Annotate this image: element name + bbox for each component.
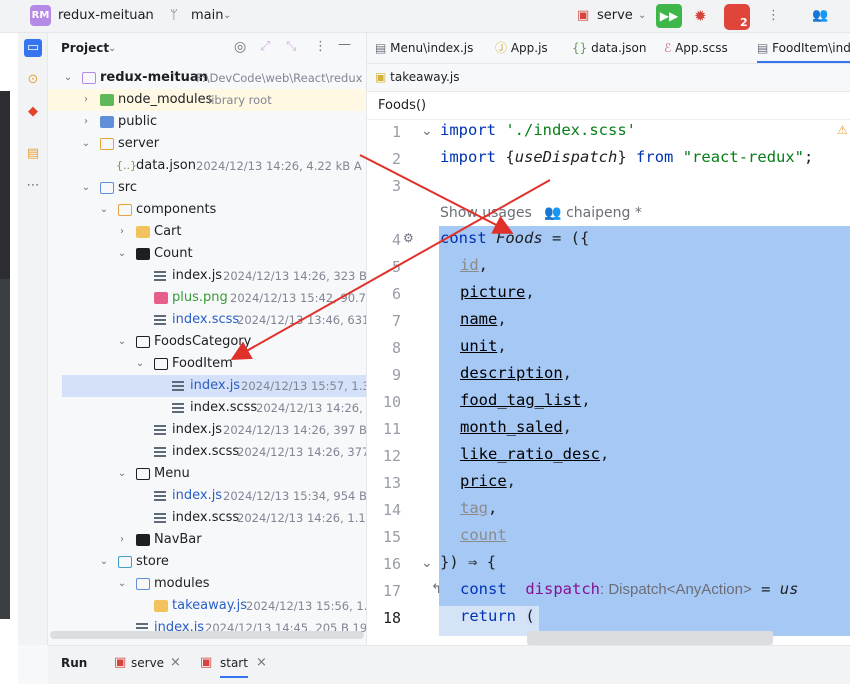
annotation-arrow xyxy=(230,179,551,360)
annotation-arrow xyxy=(359,154,514,234)
annotation-arrows xyxy=(230,154,551,360)
